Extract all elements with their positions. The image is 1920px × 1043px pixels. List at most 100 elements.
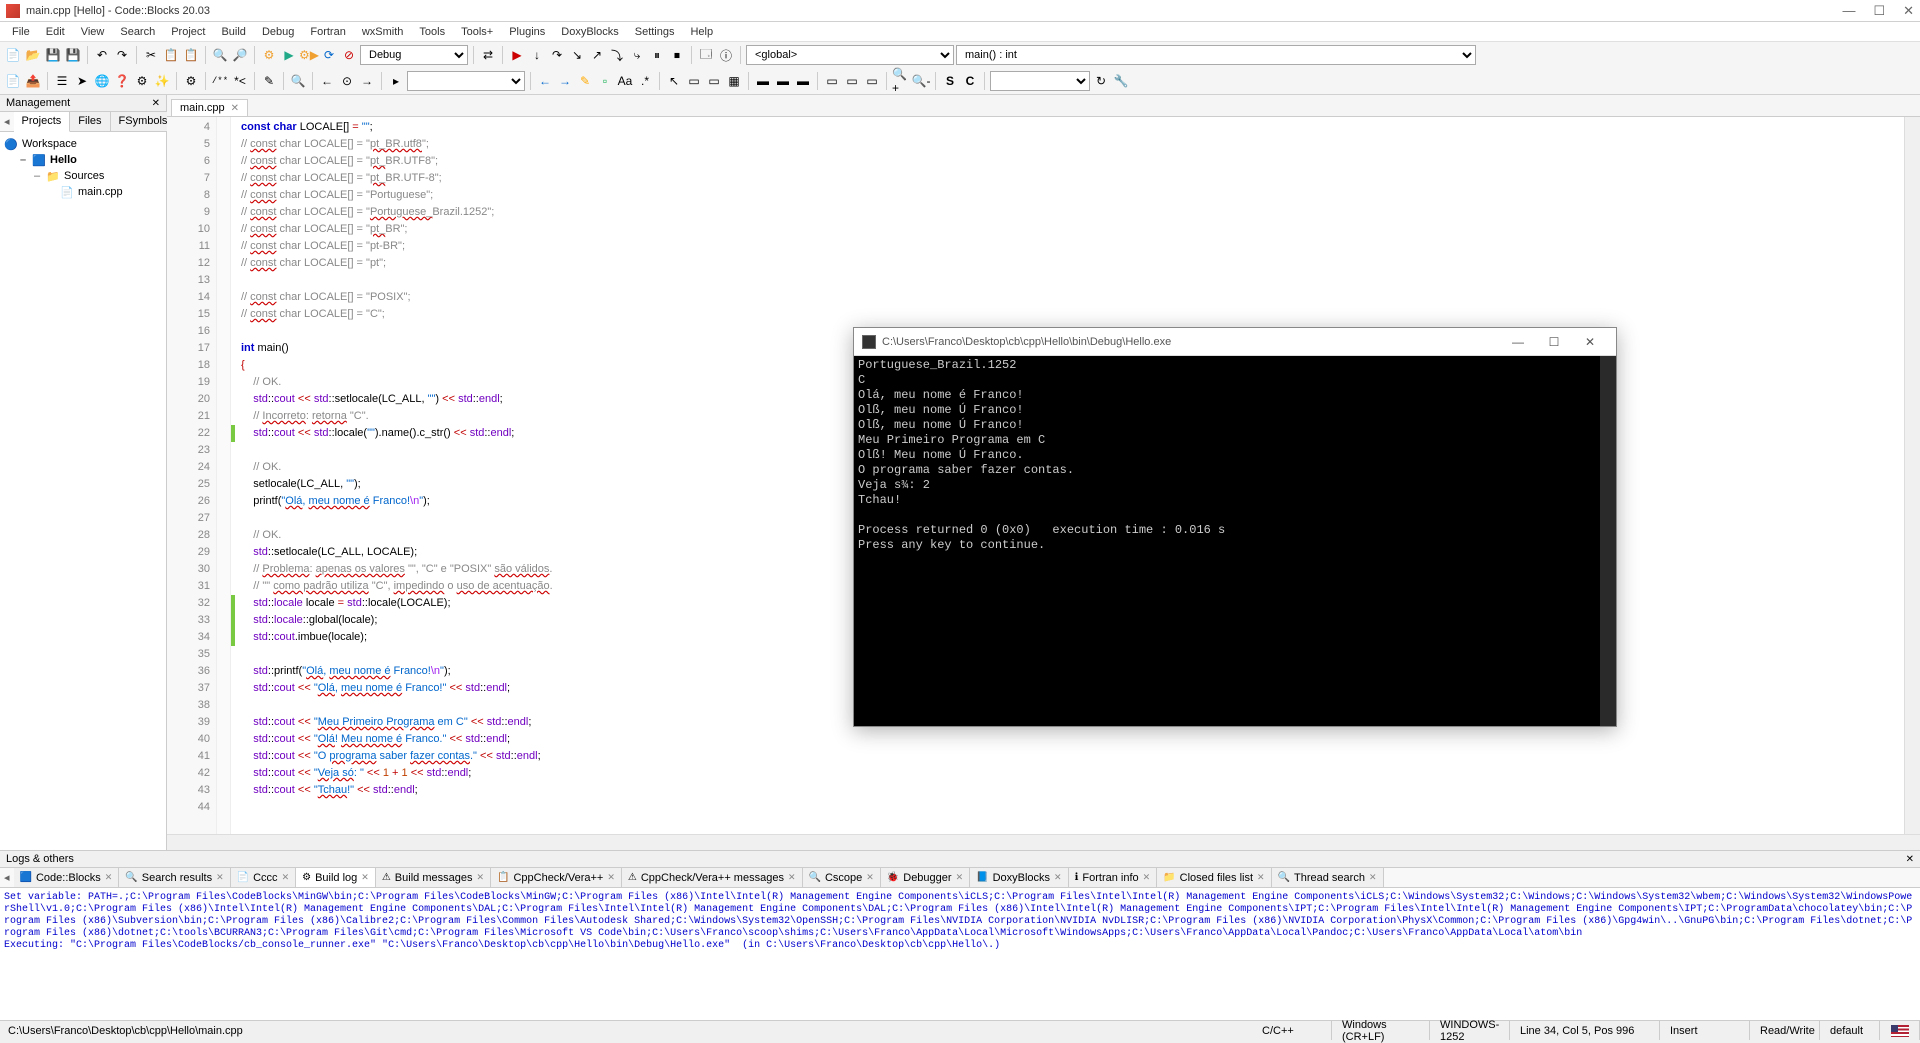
log-tab-cccc[interactable]: 📄Cccc✕ xyxy=(231,868,296,887)
tab-close-icon[interactable]: ✕ xyxy=(216,872,224,883)
settings-wrench-icon[interactable]: 🔧 xyxy=(1112,72,1130,90)
tree-file-main[interactable]: 📄 main.cpp xyxy=(4,184,162,200)
editor-tab-main[interactable]: main.cpp ✕ xyxy=(171,99,248,116)
new-file-icon[interactable]: 📄 xyxy=(4,46,22,64)
console-maximize-button[interactable]: ☐ xyxy=(1536,331,1572,353)
tab-files[interactable]: Files xyxy=(70,112,110,131)
select-block-icon[interactable]: ▭ xyxy=(685,72,703,90)
copy-icon[interactable]: 📋 xyxy=(162,46,180,64)
step-into-instr-icon[interactable]: ⤷ xyxy=(628,46,646,64)
menu-search[interactable]: Search xyxy=(112,24,163,40)
cut-icon[interactable]: ✂ xyxy=(142,46,160,64)
tab-projects[interactable]: Projects xyxy=(14,112,71,132)
align-right-icon[interactable]: ▬ xyxy=(794,72,812,90)
next-bookmark-icon[interactable]: → xyxy=(556,72,574,90)
run-icon[interactable]: ▶ xyxy=(280,46,298,64)
doxy-prefs-icon[interactable]: ⚙ xyxy=(182,72,200,90)
tab-close-icon[interactable]: ✕ xyxy=(105,872,113,883)
regex-icon[interactable]: .* xyxy=(636,72,654,90)
log-tab-cppcheck-vera-messages[interactable]: ⚠CppCheck/Vera++ messages✕ xyxy=(622,868,803,887)
save-all-icon[interactable]: 💾 xyxy=(64,46,82,64)
refresh-icon[interactable]: ↻ xyxy=(1092,72,1110,90)
close-button[interactable]: ✕ xyxy=(1903,3,1914,19)
console-close-button[interactable]: ✕ xyxy=(1572,331,1608,353)
log-tab-doxyblocks[interactable]: 📘DoxyBlocks✕ xyxy=(970,868,1068,887)
tree-project[interactable]: – 🟦 Hello xyxy=(4,152,162,168)
toggle-source-header-icon[interactable]: ⇄ xyxy=(479,46,497,64)
debug-info-icon[interactable]: ⓘ xyxy=(717,46,735,64)
source-format-s-icon[interactable]: S xyxy=(941,72,959,90)
menu-doxyblocks[interactable]: DoxyBlocks xyxy=(553,24,626,40)
comment-at-icon[interactable]: *< xyxy=(231,72,249,90)
tab-close-icon[interactable]: ✕ xyxy=(231,103,239,114)
replace-icon[interactable]: 🔎 xyxy=(231,46,249,64)
source-format-c-icon[interactable]: C xyxy=(961,72,979,90)
case-icon[interactable]: Aa xyxy=(616,72,634,90)
search-input[interactable] xyxy=(407,71,525,91)
tab-close-icon[interactable]: ✕ xyxy=(1257,872,1265,883)
menu-plugins[interactable]: Plugins xyxy=(501,24,553,40)
paste-icon[interactable]: 📋 xyxy=(182,46,200,64)
log-tab-debugger[interactable]: 🐞Debugger✕ xyxy=(881,868,970,887)
redo-icon[interactable]: ↷ xyxy=(113,46,131,64)
doxy-block-icon[interactable]: ☰ xyxy=(53,72,71,90)
expand-icon[interactable]: – xyxy=(18,154,28,166)
doxy-html-icon[interactable]: 🌐 xyxy=(93,72,111,90)
log-tab-thread-search[interactable]: 🔍Thread search✕ xyxy=(1272,868,1384,887)
console-minimize-button[interactable]: — xyxy=(1500,331,1536,353)
minimize-button[interactable]: — xyxy=(1842,3,1855,19)
menu-toolsplus[interactable]: Tools+ xyxy=(453,24,501,40)
format-select[interactable] xyxy=(990,71,1090,91)
insert-icon[interactable]: ✎ xyxy=(260,72,278,90)
next-instr-icon[interactable]: ⤵ xyxy=(608,46,626,64)
select-region-icon[interactable]: ▭ xyxy=(705,72,723,90)
menu-tools[interactable]: Tools xyxy=(411,24,453,40)
menu-file[interactable]: File xyxy=(4,24,38,40)
next-line-icon[interactable]: ↷ xyxy=(548,46,566,64)
status-flag[interactable] xyxy=(1880,1021,1920,1040)
log-tab-build-messages[interactable]: ⚠Build messages✕ xyxy=(376,868,491,887)
log-tab-search-results[interactable]: 🔍Search results✕ xyxy=(119,868,230,887)
tree-folder-sources[interactable]: – 📁 Sources xyxy=(4,168,162,184)
management-close-icon[interactable]: ✕ xyxy=(152,98,160,109)
log-tab-build-log[interactable]: ⚙Build log✕ xyxy=(296,868,376,888)
doxy-wand-icon[interactable]: ✨ xyxy=(153,72,171,90)
menu-wxsmith[interactable]: wxSmith xyxy=(354,24,412,40)
doxy-extract-icon[interactable]: 📤 xyxy=(24,72,42,90)
console-titlebar[interactable]: C:\Users\Franco\Desktop\cb\cpp\Hello\bin… xyxy=(854,328,1616,356)
prev-bookmark-icon[interactable]: ← xyxy=(536,72,554,90)
nav-back-icon[interactable]: ← xyxy=(318,72,336,90)
tab-close-icon[interactable]: ✕ xyxy=(607,872,615,883)
menu-project[interactable]: Project xyxy=(163,24,213,40)
tree-workspace[interactable]: 🔵 Workspace xyxy=(4,136,162,152)
tab-close-icon[interactable]: ✕ xyxy=(476,872,484,883)
vertical-scrollbar[interactable] xyxy=(1904,117,1920,834)
menu-fortran[interactable]: Fortran xyxy=(302,24,353,40)
fold-gutter[interactable] xyxy=(217,117,231,834)
undo-icon[interactable]: ↶ xyxy=(93,46,111,64)
expand-icon[interactable]: – xyxy=(32,170,42,182)
menu-settings[interactable]: Settings xyxy=(627,24,683,40)
find-highlight-icon[interactable]: 🔍 xyxy=(289,72,307,90)
console-output[interactable]: Portuguese_Brazil.1252 C Olá, meu nome é… xyxy=(854,356,1600,726)
block-start-icon[interactable]: ▭ xyxy=(823,72,841,90)
doxy-wizard-icon[interactable]: ⚙ xyxy=(133,72,151,90)
select-multi-icon[interactable]: ▦ xyxy=(725,72,743,90)
zoom-in-icon[interactable]: 🔍+ xyxy=(892,72,910,90)
select-target-icon[interactable]: ▸ xyxy=(387,72,405,90)
scope-function-select[interactable]: main() : int xyxy=(956,45,1476,65)
zoom-out-icon[interactable]: 🔍- xyxy=(912,72,930,90)
stop-debug-icon[interactable]: ⏹ xyxy=(668,46,686,64)
block-toggle-icon[interactable]: ▭ xyxy=(863,72,881,90)
console-scrollbar[interactable] xyxy=(1600,356,1616,726)
tab-close-icon[interactable]: ✕ xyxy=(1054,872,1062,883)
block-end-icon[interactable]: ▭ xyxy=(843,72,861,90)
align-left-icon[interactable]: ▬ xyxy=(754,72,772,90)
logs-close-icon[interactable]: ✕ xyxy=(1906,854,1914,865)
tab-close-icon[interactable]: ✕ xyxy=(1369,872,1377,883)
debug-windows-icon[interactable]: 🗔 xyxy=(697,46,715,64)
cursor-icon[interactable]: ↖ xyxy=(665,72,683,90)
menu-help[interactable]: Help xyxy=(682,24,721,40)
log-tab-closed-files-list[interactable]: 📁Closed files list✕ xyxy=(1157,868,1271,887)
build-icon[interactable]: ⚙ xyxy=(260,46,278,64)
